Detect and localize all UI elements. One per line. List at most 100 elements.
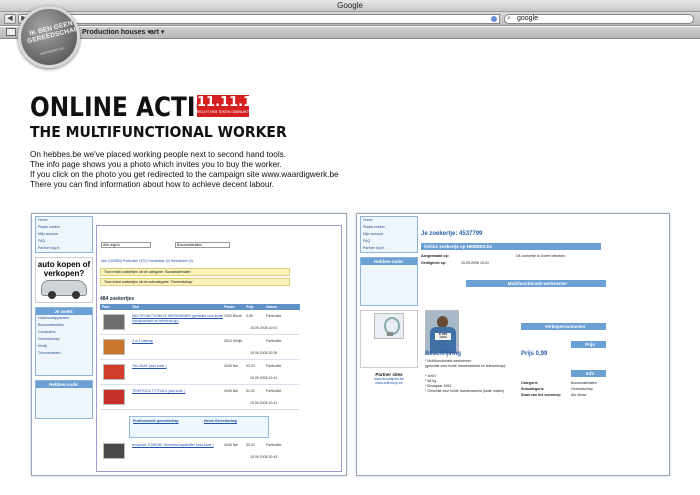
info-value: Bouwmaterialen [571, 381, 597, 385]
nav-place-ad[interactable]: Plaats zoeker [361, 224, 417, 231]
worker-sign: IK BEN GEEN [435, 333, 451, 340]
row-title[interactable]: MULTIFUNCTIONELE WERKNEMER (geschikt voo… [132, 314, 232, 323]
filter-links[interactable]: Alle (100983) Particulier (470) Handelaa… [101, 259, 193, 263]
info-label: Categorie [521, 381, 538, 385]
promo-box[interactable]: Professionele gereedschap Heure Gereedsc… [129, 416, 269, 438]
bookmark-production-houses[interactable]: Production houses ▾ [82, 28, 151, 36]
category-link[interactable]: Gereedschap [36, 336, 92, 343]
category-link[interactable]: Computers [36, 329, 92, 336]
address-bar[interactable] [64, 14, 500, 24]
category-filter-bar[interactable]: Toon enkel zoekertjes uit de categorie: … [100, 268, 290, 276]
nav-faq[interactable]: FAQ [36, 238, 92, 245]
nav-account[interactable]: Mijn account [361, 231, 417, 238]
description-heading: Beschrijving [425, 351, 462, 357]
price-band: Prijs [571, 341, 606, 348]
toolcase-thumbnail[interactable] [103, 443, 125, 459]
intro-line: If you click on the photo you get redire… [30, 170, 339, 179]
badge-subtext: waardigwerk.be [39, 46, 65, 56]
row-date: 15.09.2008 10:26 [250, 351, 278, 355]
category-link[interactable]: Huishoudapparaten [36, 315, 92, 322]
car-ad-text: auto kopen of verkopen? [37, 260, 91, 278]
car-ad[interactable]: auto kopen of verkopen? [35, 257, 93, 303]
product-band: Multifunctionele werknemer [466, 280, 606, 287]
intro-line: On hebbes.be we've placed working people… [30, 150, 287, 159]
col-photo[interactable]: Foto [102, 304, 110, 310]
nav-home[interactable]: Home [361, 217, 417, 224]
category-link[interactable]: Tuinmeubelen [36, 350, 92, 357]
nav-box: Home Plaats zoeker Mijn account FAQ Part… [360, 216, 418, 253]
col-title[interactable]: Titel [132, 304, 139, 310]
window-titlebar: Google [0, 0, 700, 12]
ladder-thumbnail[interactable] [103, 339, 125, 355]
bookmarks-book-icon[interactable] [6, 28, 16, 36]
row-date: 15.09.2008 10:01 [250, 326, 278, 330]
category-select[interactable]: Bouwmaterialen [175, 242, 230, 248]
result-count: 484 zoekertjes [100, 296, 135, 302]
nav-partner-login[interactable]: Partner log in [36, 245, 92, 252]
hebbes-code-box: Hebbes-code: [360, 257, 418, 306]
category-link[interactable]: Kledij [36, 343, 92, 350]
nav-account[interactable]: Mijn account [36, 231, 92, 238]
info-label: Staat van het voorwerp [521, 393, 561, 397]
nav-home[interactable]: Home [36, 217, 92, 224]
car-icon [41, 280, 87, 299]
worker-thumbnail[interactable] [103, 314, 125, 330]
go-icon[interactable] [491, 16, 497, 22]
table-row[interactable]: lerupoole TOMOHE Gereedschapskoffer (aan… [100, 440, 300, 464]
info-value: Als nieuw [571, 393, 587, 397]
worker-photo[interactable]: IK BEN GEEN [425, 310, 459, 354]
date-text: 11.11.11 [197, 95, 262, 110]
ad-band: Online zoekertje op HEBBES.be [421, 243, 601, 250]
back-button[interactable]: ◀ [4, 14, 16, 24]
contact-band: Verkopercontacten [521, 323, 606, 330]
row-title[interactable]: TENSTOOL TYTO414 (aan kode ) [132, 389, 232, 394]
table-header: Foto Titel Plaats Prijs Datum [100, 304, 300, 310]
left-sidebar: Home Plaats zoeker Mijn account FAQ Part… [35, 216, 93, 423]
region-select[interactable]: Alle regio's [101, 242, 151, 248]
search-box-heading: Je zoekt: [36, 308, 92, 315]
subcategory-filter-bar[interactable]: Toon enkel zoekertjes uit de subcategori… [100, 278, 290, 286]
table-row[interactable]: 3 in 1 daktrap 2610 Wilrijk Particulier … [100, 336, 300, 360]
table-row[interactable]: TALOKAS (aan kode ) 2645 Nel 33.20 Parti… [100, 361, 300, 385]
promo-right-link[interactable]: Heure Gereedschap [204, 419, 237, 423]
tool-thumbnail[interactable] [103, 389, 125, 405]
table-row[interactable]: TENSTOOL TYTO414 (aan kode ) 2645 Nel 31… [100, 386, 300, 410]
row-place: 2610 Wilrijk [224, 339, 243, 343]
search-value: google [517, 15, 539, 22]
row-date: 15.09.2008 10:43 [250, 455, 278, 459]
promo-left-link[interactable]: Professionele gereedschap [133, 419, 179, 423]
hebbes-code-heading: Hebbes-code: [361, 258, 417, 265]
search-input[interactable]: ⌕ google [504, 14, 694, 24]
nav-box: Home Plaats zoeker Mijn account FAQ Part… [35, 216, 93, 253]
row-title[interactable]: 3 in 1 daktrap [132, 339, 232, 344]
date-subtext: RECHT HEB TOKEN GEBRUIKT [197, 110, 249, 114]
col-date[interactable]: Datum [266, 304, 277, 310]
date-badge: 11.11.11 RECHT HEB TOKEN GEBRUIKT [197, 95, 262, 117]
row-title[interactable]: TALOKAS (aan kode ) [132, 364, 232, 369]
row-price: 33.20 [246, 364, 255, 368]
partner-link[interactable]: www.anthwerp.be [360, 381, 418, 385]
nav-faq[interactable]: FAQ [361, 238, 417, 245]
row-title[interactable]: lerupoole TOMOHE Gereedschapskoffer (aan… [132, 443, 232, 448]
bookmarks-bar: ▦ Production houses ▾ art ▾ [0, 27, 700, 39]
tool-thumbnail[interactable] [103, 364, 125, 380]
row-type: Particulier [266, 389, 282, 393]
nav-place-ad[interactable]: Plaats zoeker [36, 224, 92, 231]
ad-heading: Je zoekertje: 4537799 [421, 231, 483, 237]
table-row[interactable]: MULTIFUNCTIONELE WERKNEMER (geschikt voo… [100, 311, 300, 335]
bookmark-art[interactable]: art ▾ [150, 28, 164, 36]
info-band: Info [571, 370, 606, 377]
col-place[interactable]: Plaats [224, 304, 234, 310]
idea-ad[interactable] [360, 310, 418, 368]
detail-screenshot: Home Plaats zoeker Mijn account FAQ Part… [356, 213, 670, 476]
badge-text: IK BEN GEEN GEREEDSCHAP [26, 19, 80, 46]
row-date: 15.09.2008 10:41 [250, 376, 278, 380]
row-price: 33.20 [246, 443, 255, 447]
description-line: * Geschikt voor lichte handenarbeid (oud… [425, 389, 505, 393]
row-price: 0,99 [246, 314, 253, 318]
col-price[interactable]: Prijs [246, 304, 254, 310]
category-link[interactable]: Bouwmaterialen [36, 322, 92, 329]
search-box: Je zoekt: Huishoudapparaten Bouwmaterial… [35, 307, 93, 376]
info-value: Gereedschap [571, 387, 593, 391]
nav-partner-login[interactable]: Partner log in [361, 245, 417, 252]
